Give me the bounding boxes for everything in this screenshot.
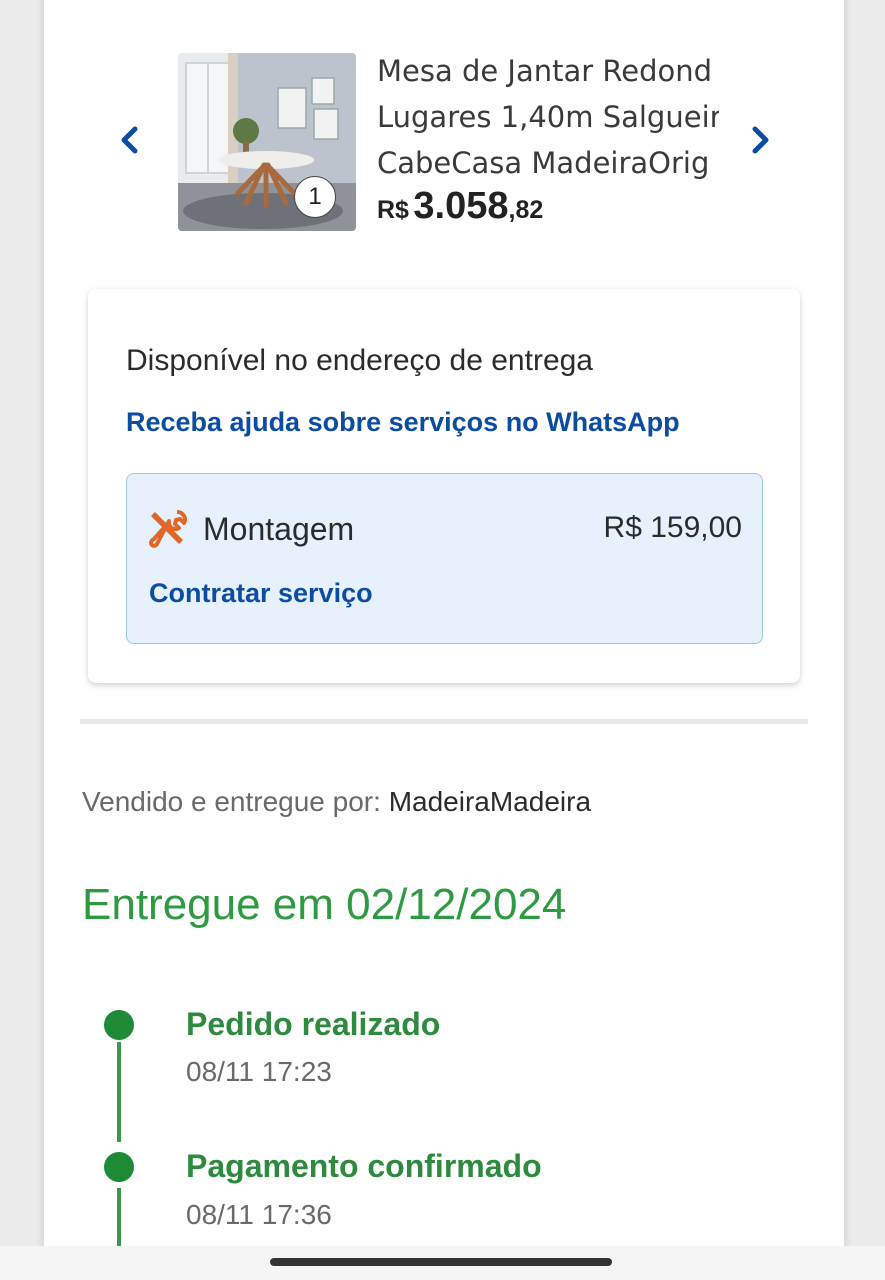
delivery-status: Entregue em 02/12/2024 — [82, 880, 567, 929]
quantity-badge: 1 — [294, 176, 336, 218]
seller-label: Vendido e entregue por: — [82, 786, 381, 817]
timeline-line — [117, 1188, 121, 1246]
order-details-page: 1 Mesa de Jantar Redond Lugares 1,40m Sa… — [44, 0, 844, 1246]
product-title[interactable]: Mesa de Jantar Redond Lugares 1,40m Salg… — [377, 48, 719, 186]
price-cents: ,82 — [508, 196, 544, 224]
price-currency: R$ — [377, 196, 409, 224]
chevron-left-icon[interactable] — [110, 120, 150, 160]
timeline-dot — [104, 1152, 134, 1182]
service-card-title: Disponível no endereço de entrega — [126, 344, 593, 377]
product-title-line: Mesa de Jantar Redond — [377, 54, 713, 88]
page-edge-right — [844, 0, 852, 1246]
product-title-line: Lugares 1,40m Salgueir — [377, 100, 719, 134]
timeline-step-title: Pedido realizado — [186, 1006, 441, 1042]
whatsapp-help-link[interactable]: Receba ajuda sobre serviços no WhatsApp — [126, 407, 680, 438]
tools-icon — [149, 510, 188, 548]
section-divider — [80, 719, 808, 724]
chevron-right-icon[interactable] — [740, 120, 780, 160]
hire-service-link[interactable]: Contratar serviço — [149, 578, 373, 609]
timeline-line — [117, 1042, 121, 1142]
seller-info: Vendido e entregue por: MadeiraMadeira — [82, 786, 591, 818]
price-integer: 3.058 — [413, 185, 509, 227]
service-option: Montagem R$ 159,00 Contratar serviço — [126, 473, 763, 644]
product-title-line: CabeCasa MadeiraOrig — [377, 146, 710, 180]
seller-name: MadeiraMadeira — [388, 786, 592, 817]
service-card: Disponível no endereço de entrega Receba… — [88, 289, 800, 683]
home-indicator[interactable] — [270, 1258, 612, 1266]
timeline-dot — [104, 1010, 134, 1040]
service-name: Montagem — [203, 511, 355, 547]
page-edge-left — [36, 0, 44, 1246]
timeline-step-title: Pagamento confirmado — [186, 1148, 542, 1184]
service-price: R$ 159,00 — [603, 511, 742, 544]
timeline-step-time: 08/11 17:36 — [186, 1199, 332, 1230]
product-price: R$ 3.058,82 — [377, 185, 543, 228]
timeline-step-time: 08/11 17:23 — [186, 1056, 332, 1087]
